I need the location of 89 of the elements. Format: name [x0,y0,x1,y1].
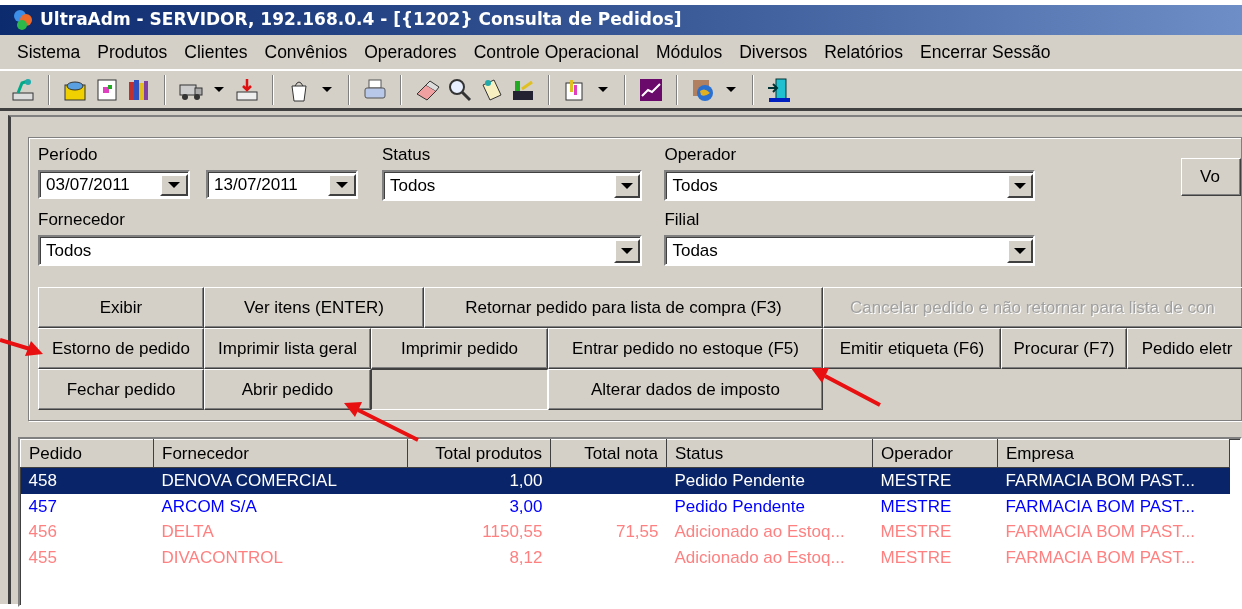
table-cell-text: MESTRE [879,546,953,569]
dropdown-button[interactable] [614,238,640,263]
menu-item[interactable]: Encerrar Sessão [913,38,1061,66]
search-icon[interactable] [446,76,472,103]
action-button[interactable]: Fechar pedido [38,369,204,410]
field-label: Período [38,144,99,166]
card-icon[interactable] [94,76,120,103]
dropdown-button[interactable] [1007,238,1034,263]
table-cell: 457 [20,493,154,519]
field-label: Status [382,144,432,166]
date-field[interactable]: 03/07/2011 [38,170,190,199]
action-button[interactable]: Imprimir lista geral [204,328,371,369]
action-button[interactable]: Abrir pedido [204,369,371,410]
table-cell-text: 456 [27,521,58,543]
annotation-arrow [811,368,881,407]
app-logo-icon [12,9,34,31]
door-icon[interactable] [766,76,792,103]
action-button[interactable]: Alterar dados de imposto [548,369,823,410]
column-header[interactable]: Total produtos [407,439,551,468]
action-button[interactable]: Procurar (F7) [1001,328,1127,369]
caret-icon[interactable] [214,87,224,92]
table-cell: Pedido Pendente [666,493,873,519]
tray-icon[interactable] [234,76,260,103]
table-cell: FARMACIA BOM PAST... [997,493,1230,519]
dropdown-button[interactable] [160,173,188,196]
table-cell-text: Adicionado ao Estoq... [673,546,846,569]
action-button[interactable]: Imprimir pedido [371,328,548,369]
table-cell: 3,00 [407,493,551,519]
menu-item[interactable]: Diversos [732,38,818,66]
action-button[interactable]: Exibir [38,287,204,328]
table-cell: 1,00 [407,467,551,494]
caret-icon[interactable] [322,87,332,92]
table-cell-text: 1150,55 [481,521,544,543]
dropdown-button[interactable] [1007,173,1034,198]
date-field[interactable]: 13/07/2011 [206,170,358,199]
table-row[interactable]: 458 DENOVA COMERCIAL 1,00 Pedido Pendente MESTRE FARMACIA BOM PAST... [20,467,1230,494]
menu-item[interactable]: Convênios [257,38,358,66]
dropdown-field[interactable]: Todos [38,235,642,266]
action-button[interactable]: Estorno de pedido [38,328,204,369]
table-cell-text: MESTRE [879,521,953,543]
column-header[interactable]: Total nota [550,439,667,468]
annotation-arrow [0,338,43,356]
window-title: UltraAdm - SERVIDOR, 192.168.0.4 - [{1202} Consulta de Pedidos] [40,8,682,32]
table-cell-text: DIVACONTROL [160,546,285,569]
field-label: Fornecedor [38,209,126,231]
caret-icon[interactable] [598,87,608,92]
table-cell: MESTRE [872,493,998,519]
line-chart-icon[interactable] [638,76,664,103]
menu-item[interactable]: Controle Operacional [466,38,649,66]
dropdown-field[interactable]: Todos [664,170,1036,201]
table-cell-text: FARMACIA BOM PAST... [1004,521,1197,543]
dropdown-button[interactable] [328,173,356,196]
dropdown-field[interactable]: Todos [382,170,642,201]
side-button[interactable]: Vo [1181,158,1241,196]
column-header[interactable]: Empresa [997,439,1230,468]
dropdown-button[interactable] [614,173,640,198]
action-button[interactable]: Emitir etiqueta (F6) [823,328,1001,369]
action-button[interactable]: Pedido eletr [1127,328,1242,369]
table-cell-text: 8,12 [508,546,544,569]
table-cell: ARCOM S/A [153,493,408,519]
table-cell-text: Adicionado ao Estoq... [673,521,846,543]
action-button[interactable]: Entrar pedido no estoque (F5) [548,328,823,369]
menu-item[interactable]: Operadores [357,38,467,66]
dropdown-field[interactable]: Todas [664,235,1036,266]
menu-item[interactable]: Sistema [10,38,91,66]
menu-item[interactable]: Relatórios [817,38,914,66]
table-cell: FARMACIA BOM PAST... [997,467,1230,494]
table-cell: MESTRE [872,467,998,494]
table-cell-text: 71,55 [614,521,660,543]
field-label: Filial [664,209,701,231]
table-cell-text: FARMACIA BOM PAST... [1004,546,1197,569]
table-cell: 458 [20,467,154,494]
exit-icon[interactable] [10,76,36,103]
column-header[interactable]: Operador [872,439,998,468]
action-button[interactable]: Ver itens (ENTER) [204,287,424,328]
caret-icon[interactable] [726,87,736,92]
table-cell: DENOVA COMERCIAL [153,467,408,494]
column-header[interactable]: Status [666,439,873,468]
action-button[interactable]: Retornar pedido para lista de compra (F3) [424,287,823,328]
table-cell-text: 455 [27,546,58,569]
menu-item[interactable]: Módulos [649,38,733,66]
menu-item[interactable]: Produtos [90,38,178,66]
field-label: Operador [664,144,738,166]
column-header[interactable]: Pedido [20,439,154,468]
menu-item[interactable]: Clientes [177,38,258,66]
column-header[interactable]: Fornecedor [153,439,408,468]
table-cell-text: DELTA [160,521,215,543]
table-row[interactable]: 457 ARCOM S/A 3,00 Pedido Pendente MESTRE FARMACIA BOM PAST... [20,493,1230,519]
table-cell: Pedido Pendente [666,467,873,494]
